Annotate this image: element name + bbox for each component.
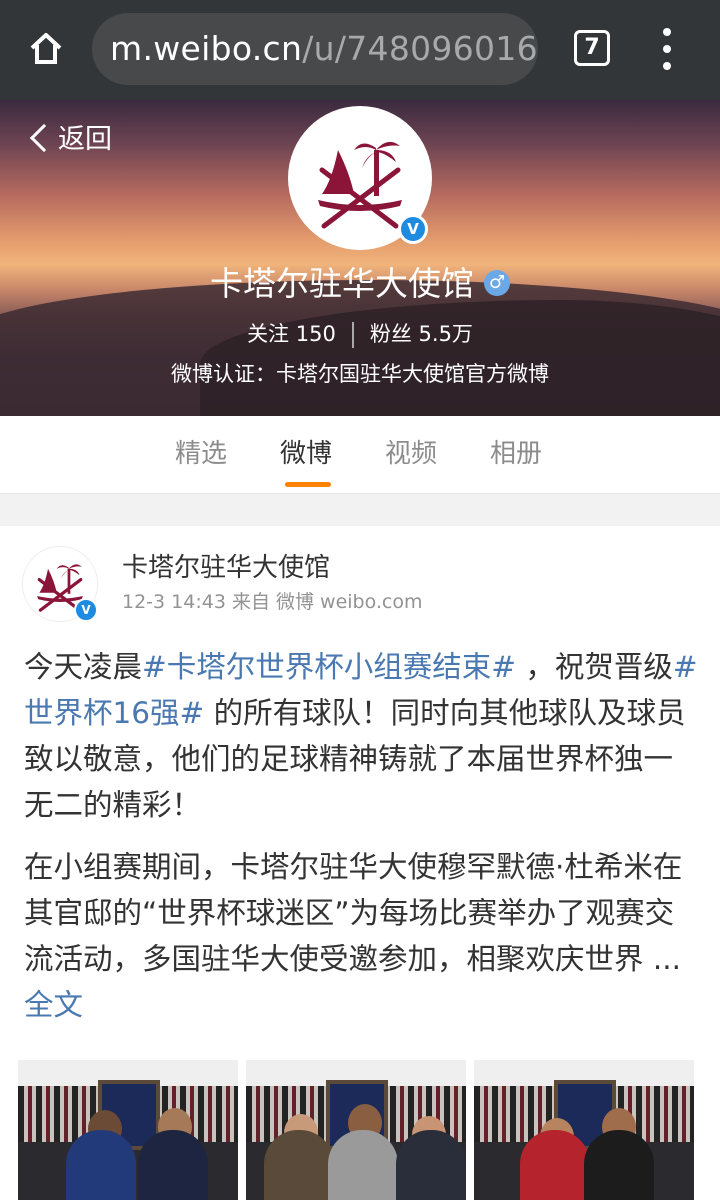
more-vertical-icon[interactable] [652,28,682,70]
profile-stats: 关注 150 粉丝 5.5万 [0,318,720,350]
post-author-name[interactable]: 卡塔尔驻华大使馆 [122,550,330,586]
home-icon[interactable] [26,28,66,68]
chevron-left-icon [29,123,59,152]
tab-switcher-button[interactable]: 7 [574,30,610,66]
followers-stat[interactable]: 粉丝 5.5万 [370,322,473,346]
back-button[interactable]: 返回 [28,122,112,158]
post-paragraph: 在小组赛期间，卡塔尔驻华大使穆罕默德·杜希米在其官邸的“世界杯球迷区”为每场比赛… [24,850,683,1022]
male-gender-icon: ♂ [484,269,510,296]
read-more-link[interactable]: 全文 [24,988,83,1022]
post-text: 今天凌晨#卡塔尔世界杯小组赛结束# ，祝贺晋级#世界杯16强# 的所有球队！同时… [24,644,700,1044]
url-text: m.weibo.cn/u/748096016 [110,29,538,68]
profile-banner: 返回 V 卡塔尔驻华大使馆 ♂ 关注 150 粉丝 5.5万 微博认证：卡塔尔国驻华… [0,100,720,416]
post-card: V 卡塔尔驻华大使馆 12-3 14:43 来自 微博 weibo.com 今天… [0,526,720,1200]
post-meta: 12-3 14:43 来自 微博 weibo.com [122,591,423,613]
active-tab-indicator [285,482,331,487]
post-photos [18,1060,702,1200]
post-paragraph: 今天凌晨#卡塔尔世界杯小组赛结束# ，祝贺晋级#世界杯16强# 的所有球队！同时… [24,650,698,822]
verified-badge-icon: V [74,598,98,622]
browser-toolbar: m.weibo.cn/u/748096016 7 [0,0,720,100]
profile-tabs: 精选 微博 视频 相册 [0,416,720,494]
verified-badge-icon: V [398,214,428,244]
profile-name: 卡塔尔驻华大使馆 ♂ [0,262,720,306]
tab-weibo[interactable]: 微博 [280,436,332,472]
post-photo[interactable] [246,1060,466,1200]
address-bar[interactable]: m.weibo.cn/u/748096016 [92,13,538,85]
certification-text: 微博认证：卡塔尔国驻华大使馆官方微博 [171,362,549,386]
hashtag-link[interactable]: #卡塔尔世界杯小组赛结束# [142,650,516,684]
tab-albums[interactable]: 相册 [490,436,542,472]
tab-videos[interactable]: 视频 [385,436,437,472]
following-stat[interactable]: 关注 150 [247,322,336,346]
post-photo[interactable] [18,1060,238,1200]
tab-featured[interactable]: 精选 [175,436,227,472]
post-photo[interactable] [474,1060,694,1200]
stats-divider [351,322,354,348]
